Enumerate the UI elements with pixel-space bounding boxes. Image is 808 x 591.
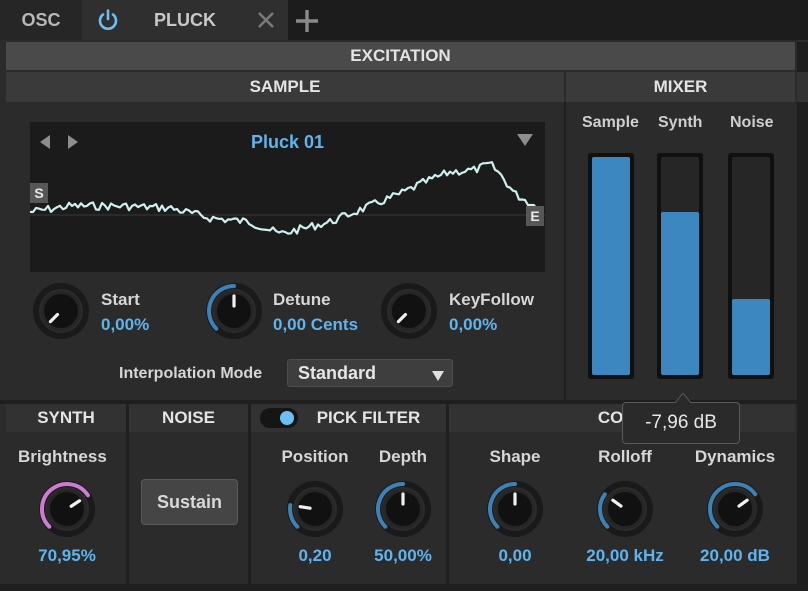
tab-osc[interactable]: OSC: [0, 0, 82, 40]
rolloff-label: Rolloff: [598, 447, 652, 466]
interpolation-select[interactable]: Standard: [287, 359, 453, 387]
sample-title: SAMPLE: [249, 77, 321, 96]
noise-title: NOISE: [162, 408, 215, 427]
start-knob[interactable]: [32, 282, 90, 345]
right-edge-header: [797, 72, 808, 102]
noise-pick-divider: [248, 404, 251, 584]
pick-filter-toggle[interactable]: [260, 408, 298, 428]
interpolation-value: Standard: [298, 363, 377, 383]
brightness-value[interactable]: 70,95%: [18, 546, 116, 566]
noise-fader[interactable]: [728, 153, 774, 379]
detune-knob[interactable]: [205, 282, 263, 345]
dynamics-knob[interactable]: [706, 480, 764, 543]
sample-header: SAMPLE: [6, 72, 564, 102]
position-label: Position: [281, 447, 349, 466]
add-tab-icon[interactable]: [294, 8, 320, 39]
dynamics-label: Dynamics: [694, 447, 776, 466]
toggle-knob: [280, 411, 294, 425]
tab-osc-label: OSC: [21, 9, 61, 30]
synth-title: SYNTH: [37, 408, 95, 427]
synth-fader[interactable]: [657, 153, 703, 379]
noise-header: NOISE: [129, 404, 248, 432]
close-icon[interactable]: [256, 10, 276, 35]
waveform-display[interactable]: Pluck 01 S E: [30, 122, 545, 272]
synth-header: SYNTH: [6, 404, 126, 432]
mixer-noise-label: Noise: [730, 114, 774, 131]
mixer-synth-label: Synth: [658, 114, 703, 131]
start-value[interactable]: 0,00%: [101, 315, 149, 335]
depth-knob[interactable]: [374, 480, 432, 543]
tab-pluck[interactable]: PLUCK: [82, 0, 288, 40]
shape-label: Shape: [489, 447, 541, 466]
mixer-title: MIXER: [653, 77, 708, 96]
right-edge: [797, 42, 808, 591]
mixer-sample-label: Sample: [582, 114, 639, 131]
brightness-knob[interactable]: [38, 480, 96, 543]
waveform-line: [30, 161, 545, 235]
rolloff-value[interactable]: 20,00 kHz: [570, 546, 680, 566]
excitation-title: EXCITATION: [350, 46, 451, 65]
synth-noise-divider: [126, 404, 129, 584]
mixer-header: MIXER: [566, 72, 795, 102]
depth-label: Depth: [378, 447, 428, 466]
shape-value[interactable]: 0,00: [470, 546, 560, 566]
start-marker[interactable]: S: [30, 183, 48, 203]
keyfollow-value[interactable]: 0,00%: [449, 315, 497, 335]
level-tooltip: -7,96 dB: [622, 393, 740, 444]
position-value[interactable]: 0,20: [270, 546, 360, 566]
tab-pluck-label: PLUCK: [154, 9, 216, 30]
dynamics-value[interactable]: 20,00 dB: [680, 546, 790, 566]
pick-filter-title: PICK FILTER: [316, 408, 421, 427]
power-icon[interactable]: [96, 8, 120, 37]
keyfollow-knob[interactable]: [380, 282, 438, 345]
chevron-down-icon: [432, 368, 444, 386]
sustain-button[interactable]: Sustain: [141, 479, 238, 525]
sustain-label: Sustain: [156, 491, 222, 512]
bottom-edge: [0, 584, 808, 591]
start-label: Start: [101, 290, 140, 309]
interpolation-label: Interpolation Mode: [119, 365, 263, 382]
depth-value[interactable]: 50,00%: [358, 546, 448, 566]
shape-knob[interactable]: [486, 480, 544, 543]
position-knob[interactable]: [286, 480, 344, 543]
rolloff-knob[interactable]: [596, 480, 654, 543]
sample-mixer-divider: [564, 102, 566, 402]
tooltip-text: -7,96 dB: [645, 412, 717, 433]
end-marker[interactable]: E: [526, 206, 544, 226]
sample-fader[interactable]: [588, 153, 634, 379]
keyfollow-label: KeyFollow: [449, 290, 535, 309]
detune-label: Detune: [273, 290, 331, 309]
excitation-header: EXCITATION: [6, 42, 795, 70]
brightness-label: Brightness: [18, 447, 107, 466]
detune-value[interactable]: 0,00 Cents: [273, 315, 358, 335]
